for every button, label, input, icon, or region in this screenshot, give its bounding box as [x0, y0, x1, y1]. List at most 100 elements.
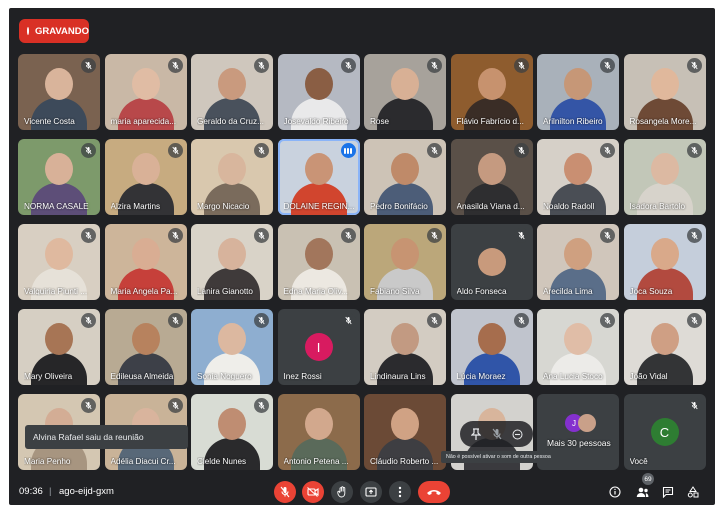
participant-face	[304, 68, 333, 100]
remove-participant-button[interactable]	[510, 426, 526, 442]
participant-name: Lanira Gianotto	[197, 287, 253, 296]
participant-name: Cláudio Roberto ...	[370, 457, 439, 466]
pin-button[interactable]	[468, 426, 484, 442]
mic-toggle-button[interactable]	[274, 481, 296, 503]
mic-off-icon	[686, 313, 702, 328]
participant-tile[interactable]: Alzira Martins	[104, 139, 187, 215]
participant-tile[interactable]: Edna Maria Oliv...	[277, 224, 360, 300]
meeting-info-button[interactable]	[606, 483, 624, 501]
mic-off-icon	[81, 228, 96, 243]
participant-name: Antonio Petena ...	[283, 457, 349, 466]
speaking-indicator-icon	[340, 143, 356, 158]
participant-tile[interactable]: Fabiano Silva	[364, 224, 446, 300]
participant-name: Rosangela More...	[629, 117, 697, 126]
participant-face	[131, 238, 160, 270]
shapes-icon	[687, 486, 699, 498]
participant-tile[interactable]: Aldo Fonseca	[450, 224, 533, 300]
participant-tile[interactable]: Lúcia Moraez	[450, 309, 533, 385]
participant-tile[interactable]: maria aparecida...	[104, 54, 187, 130]
participant-tile[interactable]: Maria Angela Pa...	[104, 224, 187, 300]
participant-name: Joca Souza	[629, 287, 673, 296]
participant-face	[45, 238, 73, 270]
mute-participant-button[interactable]	[489, 426, 505, 442]
mic-off-icon	[427, 143, 442, 158]
participant-tile[interactable]: Clelde Nunes	[191, 394, 273, 470]
participant-tile[interactable]: Arilnilton Ribeiro	[537, 54, 619, 130]
participant-face	[477, 323, 506, 355]
present-button[interactable]	[360, 481, 382, 503]
participant-tile[interactable]: Arecilda Lima	[537, 224, 619, 300]
participant-tile[interactable]: Josevaldo Ribeiro	[277, 54, 360, 130]
mic-off-icon	[340, 228, 356, 243]
participant-face	[218, 323, 246, 355]
participant-name: Clelde Nunes	[197, 457, 247, 466]
participant-tile[interactable]: Pedro Bonifácio	[364, 139, 446, 215]
activities-button[interactable]	[684, 483, 702, 501]
mic-off-icon	[81, 313, 96, 328]
notification-toast: Alvina Rafael saiu da reunião	[25, 425, 188, 449]
participant-tile[interactable]: NORMA CASALE	[18, 139, 100, 215]
people-icon	[636, 487, 648, 497]
participant-tile[interactable]: DOLAINE REGIN...	[277, 139, 360, 215]
chat-button[interactable]	[659, 483, 677, 501]
participant-tile[interactable]: Flávio Fabrício d...	[450, 54, 533, 130]
people-button[interactable]	[633, 483, 651, 501]
mic-off-icon	[492, 428, 501, 440]
tooltip-text: Não é possível ativar o som de outra pes…	[446, 454, 551, 460]
participant-name: Pedro Bonifácio	[370, 202, 428, 211]
participant-face	[564, 323, 592, 355]
participant-tile[interactable]: I Inez Rossi	[277, 309, 360, 385]
camera-toggle-button[interactable]	[302, 481, 324, 503]
participant-face	[218, 408, 246, 440]
participant-tile[interactable]: C Você	[623, 394, 706, 470]
participant-face	[218, 153, 246, 185]
participant-tile[interactable]: Lanira Gianotto	[191, 224, 273, 300]
mic-off-icon	[81, 143, 96, 158]
avatar	[578, 414, 596, 432]
participant-tile[interactable]: Geraldo da Cruz...	[191, 54, 273, 130]
avatar: I	[304, 333, 333, 361]
participant-tile[interactable]: Margo Nicacio	[191, 139, 273, 215]
mic-off-icon	[513, 58, 529, 73]
participant-tile[interactable]: Mary Oliveira	[18, 309, 100, 385]
participant-tile[interactable]: Noaldo Radoll	[537, 139, 619, 215]
recording-label: GRAVANDO	[34, 25, 89, 37]
toast-text: Alvina Rafael saiu da reunião	[33, 432, 144, 442]
participant-tile[interactable]: Valquiria Piunti ...	[18, 224, 100, 300]
mic-off-icon	[81, 58, 96, 73]
participant-tile[interactable]: João Vidal	[623, 309, 706, 385]
mic-off-icon	[427, 228, 442, 243]
participant-tile[interactable]: Sonia Noguero	[191, 309, 273, 385]
participant-tile[interactable]: Edileusa Almeida	[104, 309, 187, 385]
raise-hand-button[interactable]	[331, 481, 353, 503]
participant-face	[391, 323, 419, 355]
participant-name: Ana Lucia Stoco	[543, 372, 603, 381]
people-count: 69	[644, 475, 652, 483]
participant-face	[650, 238, 679, 270]
more-options-button[interactable]	[389, 481, 411, 503]
participant-name: Maria Angela Pa...	[110, 287, 178, 296]
mic-off-icon	[254, 143, 269, 158]
participant-tile[interactable]: Isadora Bartolo	[623, 139, 706, 215]
participant-face	[650, 153, 679, 185]
participant-name: Edna Maria Oliv...	[283, 287, 348, 296]
participant-name: Edileusa Almeida	[110, 372, 174, 381]
participant-tile[interactable]: Vicente Costa	[18, 54, 100, 130]
end-call-button[interactable]	[418, 481, 450, 503]
participant-tile[interactable]: Antonio Petena ...	[277, 394, 360, 470]
participant-name: Vicente Costa	[24, 117, 75, 126]
participant-name: João Vidal	[629, 372, 668, 381]
participant-tile[interactable]: Lindinaura Lins	[364, 309, 446, 385]
info-icon	[609, 486, 621, 498]
participant-tile[interactable]: Ana Lucia Stoco	[537, 309, 619, 385]
participant-tile[interactable]: Rose	[364, 54, 446, 130]
participant-name: Adélia Diacui Cr...	[110, 457, 176, 466]
participant-tile[interactable]: Cláudio Roberto ...	[364, 394, 446, 470]
participant-tile[interactable]: Anasilda Viana d...	[450, 139, 533, 215]
participant-name: Anasilda Viana d...	[456, 202, 525, 211]
tile-hover-controls	[460, 421, 533, 447]
mic-off-icon	[167, 143, 183, 158]
participant-face	[45, 323, 73, 355]
participant-tile[interactable]: Rosangela More...	[623, 54, 706, 130]
participant-tile[interactable]: Joca Souza	[623, 224, 706, 300]
